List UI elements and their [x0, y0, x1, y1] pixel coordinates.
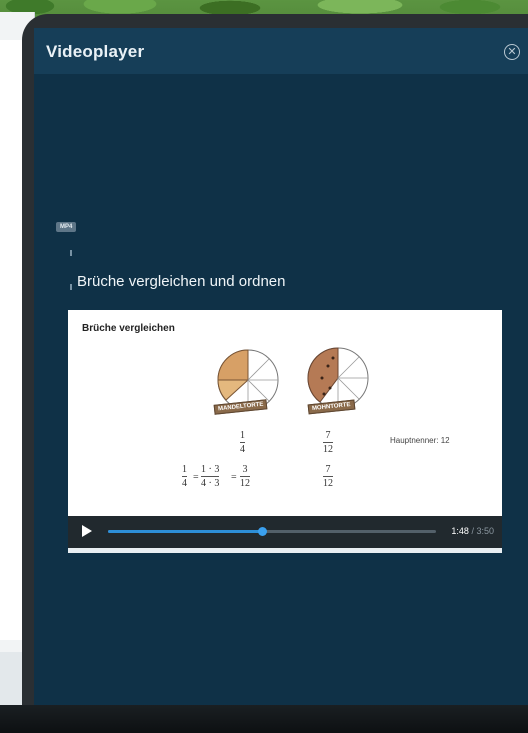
device-shadow [0, 705, 528, 733]
fraction-bar [201, 476, 220, 477]
fraction-bar [182, 476, 187, 477]
fraction-numerator: 7 [325, 430, 331, 441]
list-marker [70, 284, 72, 290]
fraction-expand-a: 1 4 [182, 464, 187, 489]
current-time: 1:48 [451, 526, 469, 536]
list-marker [70, 250, 72, 256]
fraction-expand-c: 3 12 [240, 464, 250, 489]
fraction-bar [240, 442, 245, 443]
fraction-numerator: 1 [182, 464, 187, 475]
duration: 3:50 [476, 526, 494, 536]
fraction-numerator: 1 · 3 [201, 464, 220, 475]
fraction-left: 1 4 [240, 430, 245, 455]
video-controls: 1:48 / 3:50 [68, 516, 502, 548]
video-title: Brüche vergleichen und ordnen [77, 273, 286, 290]
fraction-right: 7 12 [323, 430, 333, 455]
dialog-title-bar: Videoplayer ✕ [34, 28, 528, 74]
fraction-denominator: 4 [182, 478, 187, 489]
equals-sign: = [193, 472, 199, 483]
close-icon[interactable]: ✕ [504, 44, 520, 60]
play-icon[interactable] [82, 525, 92, 537]
fraction-expand-b: 1 · 3 4 · 3 [201, 464, 220, 489]
fraction-denominator: 12 [240, 478, 250, 489]
time-display: 1:48 / 3:50 [451, 526, 494, 536]
fraction-denominator: 12 [323, 444, 333, 455]
main-denominator-label: Hauptnenner: 12 [390, 436, 450, 445]
slide-heading: Brüche vergleichen [82, 323, 175, 334]
progress-handle[interactable] [258, 527, 268, 536]
fraction-denominator: 4 · 3 [201, 478, 220, 489]
fraction-numerator: 3 [242, 464, 248, 475]
progress-slider[interactable] [108, 527, 436, 536]
equals-sign: = [231, 472, 237, 483]
dialog-title: Videoplayer [46, 42, 145, 61]
fraction-right-2: 7 12 [323, 464, 333, 489]
fraction-denominator: 4 [240, 444, 245, 455]
format-badge: MP4 [56, 222, 77, 232]
fraction-bar [323, 442, 333, 443]
video-bottom-bar [68, 548, 502, 553]
fraction-numerator: 7 [325, 464, 331, 475]
progress-fill [108, 530, 263, 533]
fraction-numerator: 1 [240, 430, 245, 441]
fraction-bar [240, 476, 250, 477]
fraction-denominator: 12 [323, 478, 333, 489]
fraction-bar [323, 476, 333, 477]
